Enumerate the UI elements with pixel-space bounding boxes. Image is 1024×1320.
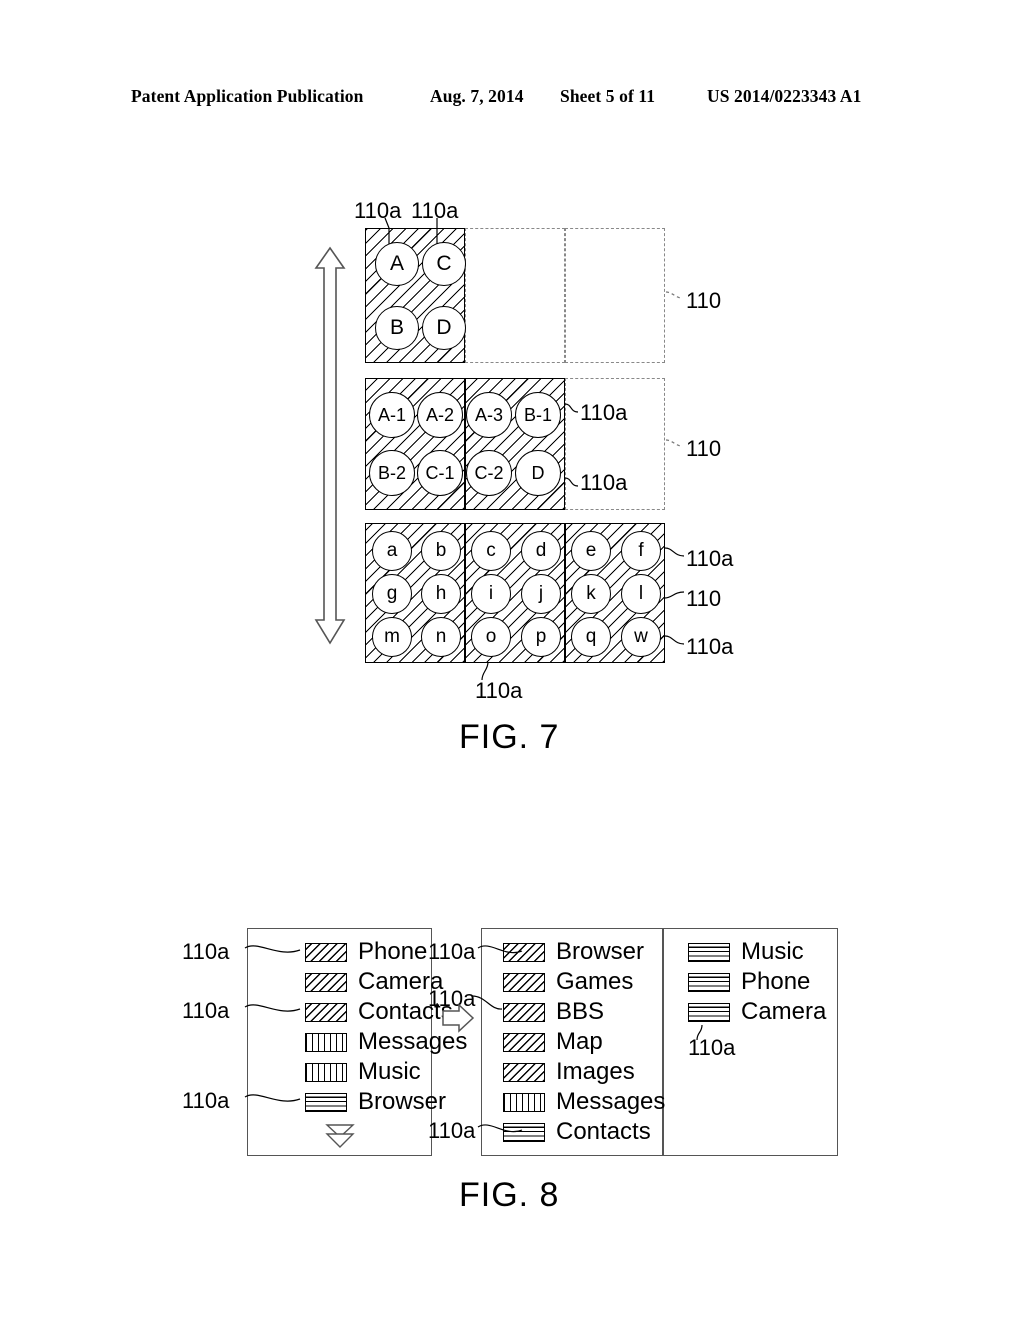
fig7-icon-o[interactable]: o: [471, 617, 511, 657]
fig7-icon-A-1[interactable]: A-1: [369, 392, 415, 438]
ref-label-110a-fig8-left-2: 110a: [182, 998, 230, 1023]
fig8-box-divider: [662, 929, 664, 1155]
fig7-icon-d[interactable]: d: [521, 531, 561, 571]
app-label-camera: Camera: [741, 998, 827, 1025]
ref-label-110a-fig8-left-1: 110a: [182, 939, 230, 964]
fig7-icon-w[interactable]: w: [621, 617, 661, 657]
app-icon-messages: [305, 1032, 347, 1052]
list-item[interactable]: Phone: [688, 967, 810, 997]
list-item[interactable]: Camera: [688, 997, 826, 1027]
app-icon-map: [503, 1032, 545, 1052]
list-item[interactable]: Contacts: [503, 1117, 651, 1147]
fig7-icon-j[interactable]: j: [521, 574, 561, 614]
list-item[interactable]: Messages: [503, 1087, 665, 1117]
app-icon-phone: [688, 972, 730, 992]
list-item[interactable]: Camera: [305, 967, 443, 997]
app-label-contacts: Contacts: [556, 1118, 651, 1145]
app-icon-camera: [688, 1002, 730, 1022]
list-item[interactable]: Messages: [305, 1027, 467, 1057]
fig7-icon-D-2[interactable]: D: [515, 450, 561, 496]
fig7-icon-b[interactable]: b: [421, 531, 461, 571]
list-item[interactable]: Browser: [503, 937, 644, 967]
app-label-images: Images: [556, 1058, 635, 1085]
fig7-icon-k[interactable]: k: [571, 574, 611, 614]
fig7-icon-f[interactable]: f: [621, 531, 661, 571]
list-item[interactable]: Browser: [305, 1087, 446, 1117]
app-label-messages: Messages: [556, 1088, 666, 1115]
app-label-browser: Browser: [556, 938, 645, 965]
list-item[interactable]: Music: [305, 1057, 421, 1087]
app-icon-contacts: [503, 1122, 545, 1142]
fig7-icon-n[interactable]: n: [421, 617, 461, 657]
app-icon-browser: [305, 1092, 347, 1112]
fig7-icon-q[interactable]: q: [571, 617, 611, 657]
app-icon-browser: [503, 942, 545, 962]
fig7-icon-g[interactable]: g: [372, 574, 412, 614]
figure-8: Phone Camera Contacts Messages Music Bro…: [0, 0, 1024, 1320]
fig7-icon-m[interactable]: m: [372, 617, 412, 657]
app-icon-messages: [503, 1092, 545, 1112]
ref-label-110a-fig8-mid-1: 110a: [428, 939, 476, 964]
list-item[interactable]: Images: [503, 1057, 635, 1087]
app-label-bbs: BBS: [556, 998, 605, 1025]
fig7-icon-D[interactable]: D: [422, 306, 466, 350]
app-label-games: Games: [556, 968, 634, 995]
fig7-icon-B[interactable]: B: [375, 306, 419, 350]
fig7-icon-p[interactable]: p: [521, 617, 561, 657]
list-item[interactable]: Music: [688, 937, 804, 967]
ref-label-110a-fig8-mid-2: 110a: [428, 986, 476, 1011]
fig7-icon-B-1[interactable]: B-1: [515, 392, 561, 438]
ref-label-110a-fig8-mid-3: 110a: [428, 1118, 476, 1143]
ref-label-110a-fig8-left-3: 110a: [182, 1088, 230, 1113]
app-icon-music: [305, 1062, 347, 1082]
fig7-icon-C-2[interactable]: C-2: [466, 450, 512, 496]
app-icon-music: [688, 942, 730, 962]
app-label-map: Map: [556, 1028, 603, 1055]
fig7-icon-i[interactable]: i: [471, 574, 511, 614]
fig7-icon-c[interactable]: c: [471, 531, 511, 571]
fig7-icon-C-1[interactable]: C-1: [417, 450, 463, 496]
list-item[interactable]: Map: [503, 1027, 603, 1057]
fig7-icon-A-3[interactable]: A-3: [466, 392, 512, 438]
fig7-icon-e[interactable]: e: [571, 531, 611, 571]
fig7-icon-A-2[interactable]: A-2: [417, 392, 463, 438]
app-label-music: Music: [358, 1058, 421, 1085]
fig7-icon-B-2[interactable]: B-2: [369, 450, 415, 496]
app-label-phone: Phone: [358, 938, 428, 965]
list-item[interactable]: BBS: [503, 997, 604, 1027]
ref-label-110a-fig8-right: 110a: [688, 1035, 736, 1060]
list-item[interactable]: Games: [503, 967, 633, 997]
app-icon-images: [503, 1062, 545, 1082]
app-label-browser: Browser: [358, 1088, 447, 1115]
app-icon-bbs: [503, 1002, 545, 1022]
app-label-phone: Phone: [741, 968, 811, 995]
app-label-messages: Messages: [358, 1028, 468, 1055]
fig7-icon-A[interactable]: A: [375, 242, 419, 286]
app-icon-contacts: [305, 1002, 347, 1022]
app-icon-phone: [305, 942, 347, 962]
fig8-right-list-box[interactable]: Browser Games BBS Map Images Messages Co…: [481, 928, 838, 1156]
figure-8-caption: FIG. 8: [459, 1176, 560, 1214]
app-icon-camera: [305, 972, 347, 992]
fig7-icon-h[interactable]: h: [421, 574, 461, 614]
fig7-icon-l[interactable]: l: [621, 574, 661, 614]
app-icon-games: [503, 972, 545, 992]
list-item[interactable]: Phone: [305, 937, 427, 967]
fig8-left-list-box[interactable]: Phone Camera Contacts Messages Music Bro…: [247, 928, 467, 1156]
fig7-icon-a[interactable]: a: [372, 531, 412, 571]
fig7-icon-C[interactable]: C: [422, 242, 466, 286]
app-label-music: Music: [741, 938, 804, 965]
